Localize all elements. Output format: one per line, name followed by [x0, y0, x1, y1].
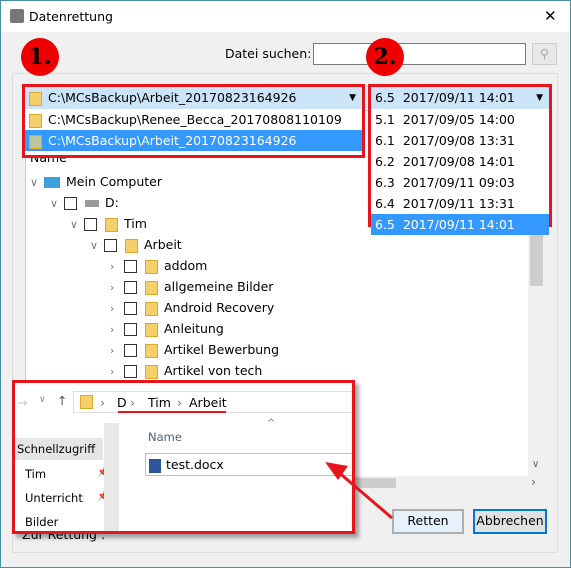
annotation-arrow — [325, 462, 393, 520]
arrow-line — [335, 468, 393, 520]
